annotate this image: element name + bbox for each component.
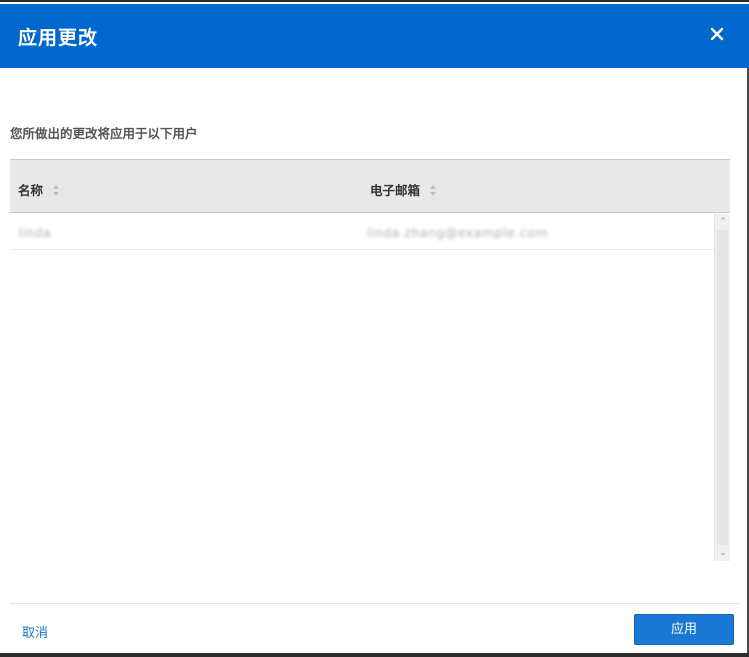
scroll-down-arrow-icon[interactable]: ⌄ xyxy=(715,546,731,560)
column-header-name[interactable]: 名称 xyxy=(18,180,60,200)
scroll-up-arrow-icon[interactable]: ⌃ xyxy=(715,215,731,229)
vertical-scrollbar[interactable]: ⌃ ⌄ xyxy=(714,214,730,561)
apply-button[interactable]: 应用 xyxy=(634,614,734,645)
user-email-cell: linda.zhang@example.com xyxy=(367,225,548,240)
table-header: 名称 电子邮箱 xyxy=(10,160,730,213)
column-header-email-label: 电子邮箱 xyxy=(370,183,421,198)
table-body: linda linda.zhang@example.com xyxy=(10,214,714,561)
users-table: 名称 电子邮箱 linda linda.zhang@example.com ⌃ … xyxy=(10,159,730,561)
dialog-header: 应用更改 xyxy=(0,4,749,68)
footer-divider xyxy=(10,603,739,604)
cancel-button[interactable]: 取消 xyxy=(22,622,48,641)
apply-changes-dialog: 应用更改 您所做出的更改将应用于以下用户 名称 电子邮箱 linda linda… xyxy=(0,0,749,657)
scrollbar-thumb[interactable] xyxy=(717,230,728,545)
sort-icon[interactable] xyxy=(430,183,437,199)
close-icon[interactable] xyxy=(707,24,727,44)
column-header-name-label: 名称 xyxy=(18,183,44,198)
sort-icon[interactable] xyxy=(53,183,60,199)
column-header-email[interactable]: 电子邮箱 xyxy=(370,180,437,200)
intro-text: 您所做出的更改将应用于以下用户 xyxy=(10,126,198,141)
dialog-title: 应用更改 xyxy=(18,27,99,49)
table-row: linda linda.zhang@example.com xyxy=(10,214,714,250)
user-name-cell: linda xyxy=(18,225,51,240)
window-edge xyxy=(0,653,749,657)
